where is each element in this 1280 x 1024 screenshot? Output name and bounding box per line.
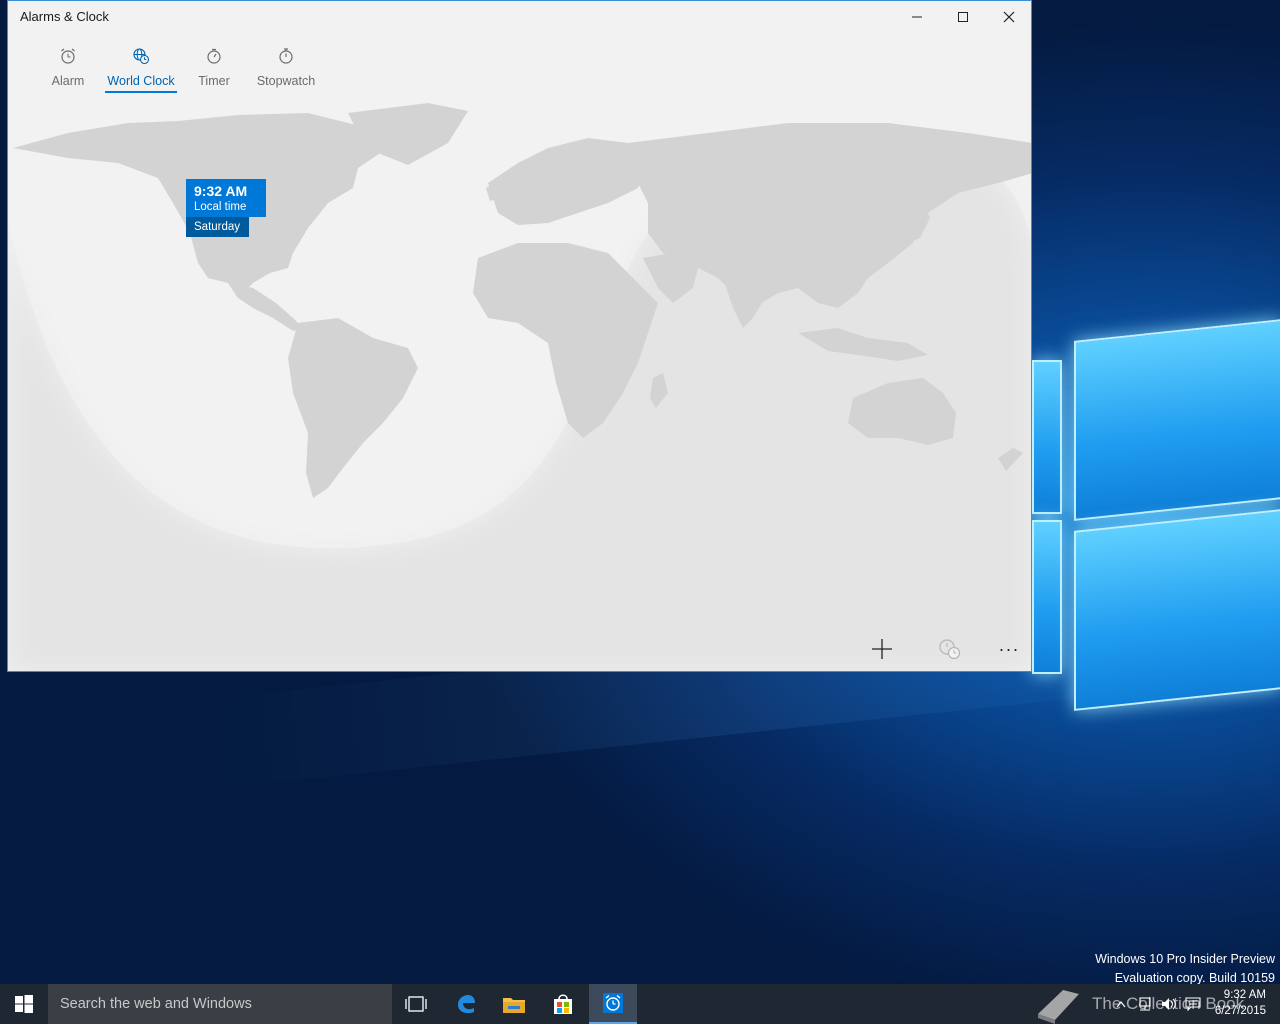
local-day-label: Saturday bbox=[186, 217, 249, 237]
local-time-tooltip[interactable]: 9:32 AM Local time Saturday bbox=[186, 179, 266, 237]
minimize-button[interactable] bbox=[894, 1, 940, 33]
file-explorer-taskbar-button[interactable] bbox=[490, 984, 538, 1024]
tab-alarm[interactable]: Alarm bbox=[48, 47, 88, 93]
alarms-clock-window: Alarms & Clock Alarm World Clock Timer S… bbox=[7, 0, 1032, 672]
plus-icon bbox=[872, 639, 892, 659]
title-bar[interactable]: Alarms & Clock bbox=[8, 1, 1031, 33]
world-map[interactable]: 9:32 AM Local time Saturday bbox=[8, 93, 1031, 671]
volume-button[interactable] bbox=[1158, 984, 1180, 1024]
add-city-button[interactable] bbox=[862, 633, 902, 665]
volume-icon bbox=[1162, 998, 1176, 1010]
close-button[interactable] bbox=[986, 1, 1031, 33]
taskbar-clock[interactable]: 9:32 AM 6/27/2015 bbox=[1215, 987, 1266, 1019]
network-icon bbox=[1139, 997, 1151, 1011]
store-icon bbox=[554, 994, 572, 1014]
search-box[interactable]: Search the web and Windows bbox=[48, 984, 392, 1024]
windows-start-icon bbox=[15, 995, 33, 1013]
world-map-graphic bbox=[8, 93, 1031, 671]
edge-icon bbox=[458, 995, 475, 1014]
action-center-button[interactable] bbox=[1182, 984, 1204, 1024]
local-time-value: 9:32 AM bbox=[194, 183, 248, 199]
evaluation-watermark: Windows 10 Pro Insider Preview Evaluatio… bbox=[1095, 950, 1275, 984]
timer-icon bbox=[207, 48, 221, 64]
window-title: Alarms & Clock bbox=[20, 9, 109, 24]
book-icon bbox=[1038, 990, 1079, 1024]
network-button[interactable] bbox=[1134, 984, 1156, 1024]
clock-time: 9:32 AM bbox=[1223, 989, 1266, 1001]
clock-date: 6/27/2015 bbox=[1214, 1005, 1266, 1017]
close-icon bbox=[1003, 11, 1015, 23]
alarm-clock-app-icon bbox=[603, 993, 623, 1013]
stopwatch-icon bbox=[279, 48, 293, 64]
task-view-icon bbox=[405, 996, 427, 1012]
tab-label: Stopwatch bbox=[256, 74, 316, 88]
local-time-label: Local time bbox=[194, 201, 247, 213]
start-button[interactable] bbox=[0, 984, 48, 1024]
tab-bar: Alarm World Clock Timer Stopwatch bbox=[8, 33, 1031, 93]
taskbar: Search the web and Windows The Collectio… bbox=[0, 984, 1280, 1024]
maximize-button[interactable] bbox=[940, 1, 986, 33]
watermark-line-1: Windows 10 Pro Insider Preview bbox=[1095, 952, 1275, 966]
compare-clock-icon bbox=[939, 639, 961, 660]
task-view-button[interactable] bbox=[392, 984, 440, 1024]
watermark-line-2: Evaluation copy. Build 10159 bbox=[1114, 971, 1275, 984]
alarm-icon bbox=[61, 48, 75, 64]
tab-label: Alarm bbox=[51, 74, 85, 88]
chevron-up-icon bbox=[1116, 1001, 1126, 1008]
tab-world-clock[interactable]: World Clock bbox=[105, 47, 177, 93]
tab-label: World Clock bbox=[107, 74, 175, 88]
globe-clock-icon bbox=[133, 48, 150, 65]
show-hidden-icons-button[interactable] bbox=[1112, 984, 1130, 1024]
tab-stopwatch[interactable]: Stopwatch bbox=[256, 47, 316, 93]
tab-label: Timer bbox=[198, 74, 230, 88]
book-logo-overlay bbox=[1028, 984, 1088, 1024]
folder-icon bbox=[503, 998, 525, 1013]
minimize-icon bbox=[912, 16, 922, 18]
more-options-button[interactable]: ··· bbox=[989, 633, 1029, 665]
alarms-taskbar-button[interactable] bbox=[589, 984, 637, 1024]
edge-taskbar-button[interactable] bbox=[442, 984, 490, 1024]
message-icon bbox=[1185, 997, 1201, 1011]
maximize-icon bbox=[958, 12, 968, 22]
tab-timer[interactable]: Timer bbox=[194, 47, 234, 93]
store-taskbar-button[interactable] bbox=[539, 984, 587, 1024]
compare-button[interactable] bbox=[930, 633, 970, 665]
windows-logo-graphic bbox=[1032, 319, 1280, 711]
